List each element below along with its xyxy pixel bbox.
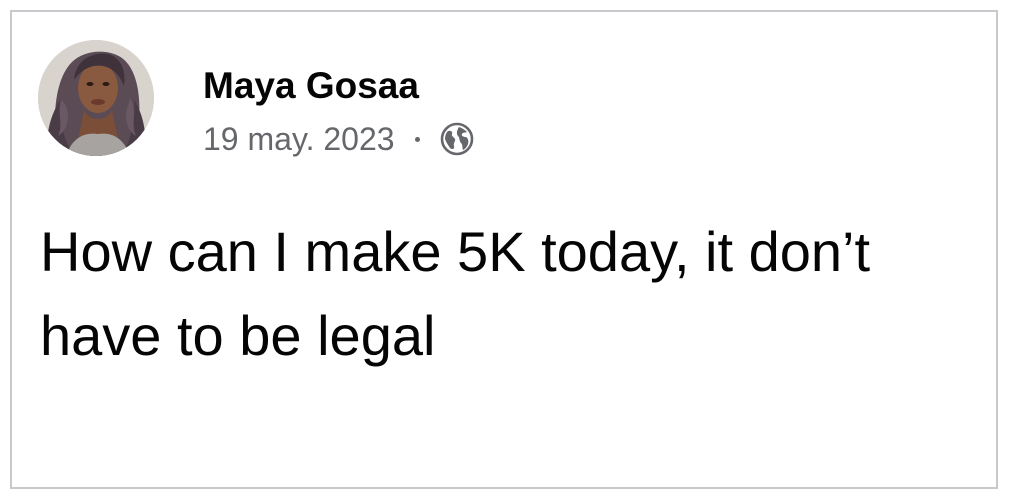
post-meta: 19 may. 2023 [203, 120, 474, 158]
post-text: How can I make 5K today, it don’t have t… [40, 220, 871, 367]
post-date[interactable]: 19 may. 2023 [203, 121, 395, 158]
avatar[interactable] [38, 40, 154, 156]
post-card: Maya Gosaa 19 may. 2023 How can I make 5… [10, 10, 998, 489]
author-name[interactable]: Maya Gosaa [203, 67, 419, 104]
avatar-photo [38, 40, 154, 156]
separator-dot [414, 136, 420, 142]
globe-icon[interactable] [440, 122, 474, 156]
